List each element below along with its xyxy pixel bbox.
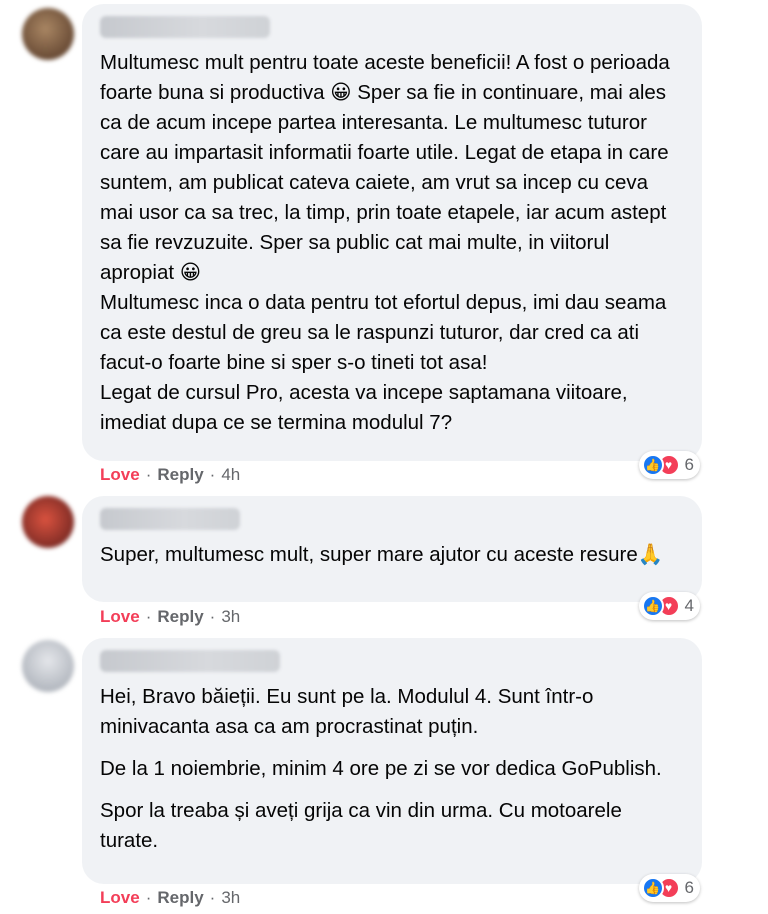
love-button[interactable]: Love	[100, 607, 140, 627]
author-name-blurred[interactable]	[100, 508, 240, 530]
comment-actions: Love · Reply · 3h	[100, 607, 240, 627]
author-name-blurred[interactable]	[100, 16, 270, 38]
reaction-summary[interactable]: 👍 ♥ 6	[638, 874, 700, 902]
comment-bubble: Hei, Bravo băieții. Eu sunt pe la. Modul…	[82, 638, 702, 884]
timestamp[interactable]: 3h	[221, 607, 240, 627]
reaction-count: 4	[684, 596, 694, 615]
author-name-blurred[interactable]	[100, 650, 280, 672]
thumbs-up-icon: 👍	[641, 595, 664, 617]
thumbs-up-icon: 👍	[641, 454, 664, 476]
comment-paragraph: Legat de cursul Pro, acesta va incepe sa…	[100, 381, 634, 434]
comment-actions: Love · Reply · 4h	[100, 465, 240, 485]
reaction-summary[interactable]: 👍 ♥ 6	[638, 451, 700, 479]
avatar[interactable]	[22, 8, 74, 60]
avatar[interactable]	[22, 496, 74, 548]
comment-paragraph: Multumesc inca o data pentru tot efortul…	[100, 291, 673, 374]
comment-paragraph: Spor la treaba și aveți grija ca vin din…	[100, 799, 628, 852]
comment-paragraph: Multumesc mult pentru toate aceste benef…	[100, 51, 676, 284]
comment-actions: Love · Reply · 3h	[100, 888, 240, 908]
reply-button[interactable]: Reply	[157, 888, 203, 908]
reply-button[interactable]: Reply	[157, 607, 203, 627]
reaction-count: 6	[684, 455, 694, 474]
reply-button[interactable]: Reply	[157, 465, 203, 485]
comment-bubble: Multumesc mult pentru toate aceste benef…	[82, 4, 702, 461]
reaction-summary[interactable]: 👍 ♥ 4	[638, 592, 700, 620]
separator: ·	[209, 465, 216, 484]
separator: ·	[145, 888, 152, 907]
thumbs-up-icon: 👍	[641, 877, 664, 899]
separator: ·	[145, 465, 152, 484]
comment-bubble: Super, multumesc mult, super mare ajutor…	[82, 496, 702, 602]
separator: ·	[209, 888, 216, 907]
separator: ·	[145, 607, 152, 626]
comment-paragraph: Super, multumesc mult, super mare ajutor…	[100, 543, 664, 566]
timestamp[interactable]: 3h	[221, 888, 240, 908]
love-button[interactable]: Love	[100, 465, 140, 485]
comment-paragraph: De la 1 noiembrie, minim 4 ore pe zi se …	[100, 757, 662, 780]
separator: ·	[209, 607, 216, 626]
comment-paragraph: Hei, Bravo băieții. Eu sunt pe la. Modul…	[100, 685, 600, 738]
love-button[interactable]: Love	[100, 888, 140, 908]
avatar[interactable]	[22, 640, 74, 692]
reaction-count: 6	[684, 878, 694, 897]
timestamp[interactable]: 4h	[221, 465, 240, 485]
